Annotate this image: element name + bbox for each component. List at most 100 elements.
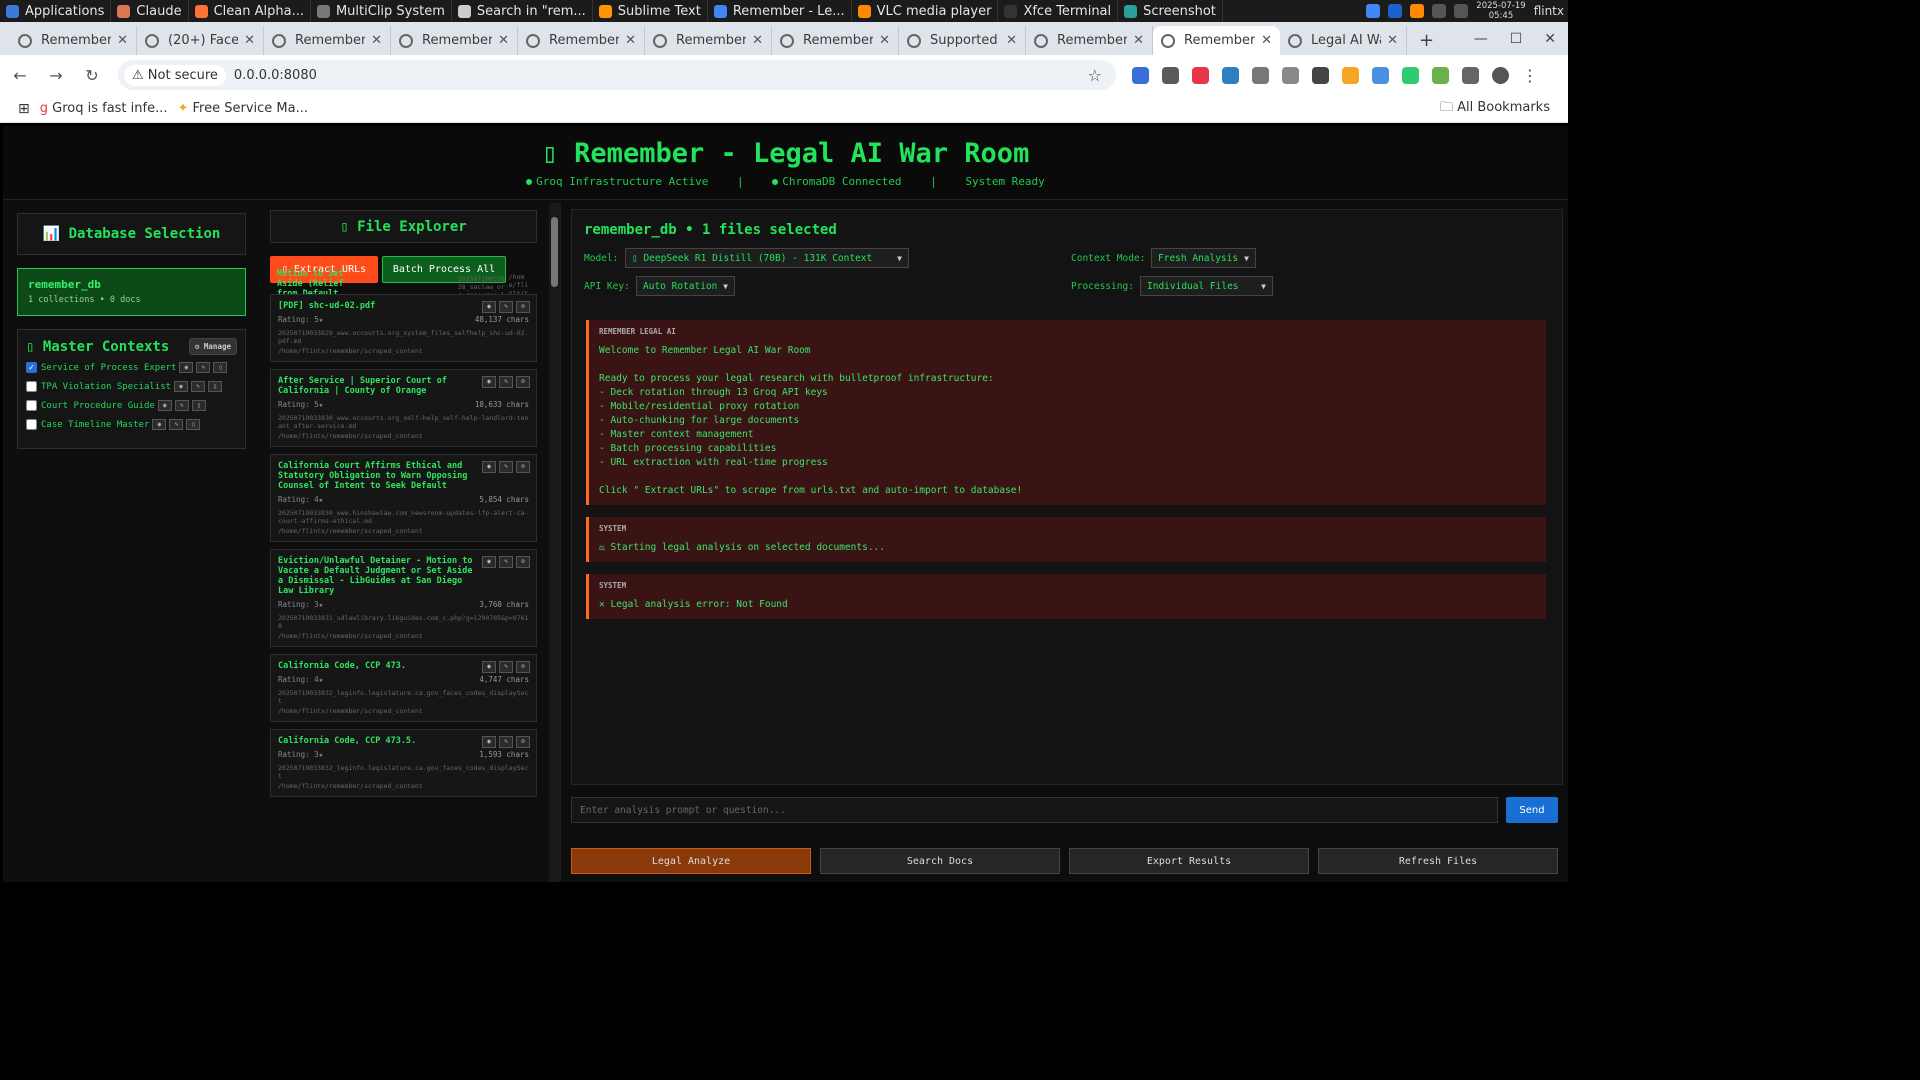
all-bookmarks-button[interactable]: 🗀 All Bookmarks <box>1440 98 1550 120</box>
eye-icon[interactable]: ◉ <box>157 400 172 411</box>
edit-icon[interactable]: ✎ <box>499 301 513 313</box>
forward-icon[interactable]: → <box>46 66 66 85</box>
edit-icon[interactable]: ✎ <box>499 556 513 568</box>
tab-close-icon[interactable]: ✕ <box>1261 33 1272 48</box>
file-card[interactable]: Eviction/Unlawful Detainer - Motion to V… <box>270 549 537 647</box>
tab-close-icon[interactable]: ✕ <box>498 33 509 48</box>
apps-grid-icon[interactable]: ⊞ <box>18 101 30 117</box>
taskbar-app-6[interactable]: Remember - Le... <box>708 0 852 22</box>
view-icon[interactable]: ◉ <box>482 461 496 473</box>
extension-icon[interactable] <box>1192 66 1209 84</box>
browser-tab[interactable]: Remember ✕ <box>264 26 391 55</box>
view-icon[interactable]: ◉ <box>482 661 496 673</box>
delete-icon[interactable]: ⊘ <box>516 461 530 473</box>
address-bar[interactable]: ⚠ Not secure 0.0.0.0:8080 ☆ <box>118 60 1116 90</box>
tab-close-icon[interactable]: ✕ <box>117 33 128 48</box>
browser-tab[interactable]: Remember ✕ <box>1026 26 1153 55</box>
extension-icon[interactable] <box>1162 66 1179 84</box>
hp-icon[interactable] <box>1388 4 1403 18</box>
tab-close-icon[interactable]: ✕ <box>879 33 890 48</box>
tab-close-icon[interactable]: ✕ <box>625 33 636 48</box>
view-icon[interactable]: ◉ <box>482 556 496 568</box>
taskbar-app-2[interactable]: Clean Alpha... <box>189 0 311 22</box>
kebab-menu-icon[interactable]: ⋮ <box>1522 66 1538 85</box>
refresh-files-button[interactable]: Refresh Files <box>1318 848 1558 874</box>
back-icon[interactable]: ← <box>10 66 30 85</box>
username[interactable]: flintx <box>1534 4 1564 18</box>
view-icon[interactable]: ◉ <box>482 736 496 748</box>
browser-tab[interactable]: Supported ✕ <box>899 26 1026 55</box>
extension-icon[interactable] <box>1132 66 1149 84</box>
taskbar-app-7[interactable]: VLC media player <box>852 0 999 22</box>
vlc-tray-icon[interactable] <box>1410 4 1425 18</box>
eye-icon[interactable]: ◉ <box>179 362 194 373</box>
file-card[interactable]: After Service | Superior Court of Califo… <box>270 369 537 447</box>
taskbar-app-0[interactable]: Applications <box>0 0 112 22</box>
delete-icon[interactable]: ⊘ <box>516 301 530 313</box>
edit-icon[interactable]: ✎ <box>499 736 513 748</box>
bookmark-groq[interactable]: g Groq is fast infe... <box>40 101 168 116</box>
extension-icon[interactable] <box>1432 66 1449 84</box>
taskbar-app-9[interactable]: Screenshot <box>1118 0 1223 22</box>
taskbar-app-5[interactable]: Sublime Text <box>593 0 708 22</box>
api-key-select[interactable]: Auto Rotation ▼ <box>636 276 735 296</box>
browser-tab[interactable]: Remember ✕ <box>391 26 518 55</box>
delete-icon[interactable]: ▯ <box>208 381 223 392</box>
tab-close-icon[interactable]: ✕ <box>1133 33 1144 48</box>
scrollbar-thumb[interactable] <box>551 217 558 287</box>
file-card[interactable]: California Court Affirms Ethical and Sta… <box>270 454 537 542</box>
context-label[interactable]: Case Timeline Master <box>41 420 149 430</box>
taskbar-app-4[interactable]: Search in "rem... <box>452 0 593 22</box>
maximize-icon[interactable]: ☐ <box>1510 31 1523 47</box>
chrome-tray-icon[interactable] <box>1366 4 1381 18</box>
edit-icon[interactable]: ✎ <box>174 400 189 411</box>
context-label[interactable]: Court Procedure Guide <box>41 401 155 411</box>
extension-icon[interactable] <box>1342 66 1359 84</box>
legal-analyze-button[interactable]: Legal Analyze <box>571 848 811 874</box>
url-text[interactable]: 0.0.0.0:8080 <box>234 68 317 83</box>
extension-icon[interactable] <box>1372 66 1389 84</box>
avatar[interactable] <box>1492 66 1509 84</box>
tab-close-icon[interactable]: ✕ <box>371 33 382 48</box>
view-icon[interactable]: ◉ <box>482 301 496 313</box>
context-checkbox[interactable] <box>26 381 37 392</box>
extension-icon[interactable] <box>1312 66 1329 84</box>
bookmark-star-icon[interactable]: ☆ <box>1088 66 1110 85</box>
delete-icon[interactable]: ▯ <box>213 362 228 373</box>
prompt-input[interactable]: Enter analysis prompt or question... <box>571 797 1498 823</box>
browser-tab[interactable]: Remember ✕ <box>518 26 645 55</box>
edit-icon[interactable]: ✎ <box>499 461 513 473</box>
browser-tab[interactable]: Remember ✕ <box>645 26 772 55</box>
file-card[interactable]: [PDF] shc-ud-02.pdf Rating: 5★ 48,137 char… <box>270 294 537 362</box>
edit-icon[interactable]: ✎ <box>169 419 184 430</box>
context-checkbox[interactable]: ✓ <box>26 362 37 373</box>
context-label[interactable]: TPA Violation Specialist <box>41 382 171 392</box>
edit-icon[interactable]: ✎ <box>196 362 211 373</box>
reload-icon[interactable]: ↻ <box>82 66 102 85</box>
tab-close-icon[interactable]: ✕ <box>752 33 763 48</box>
extension-icon[interactable] <box>1282 66 1299 84</box>
edit-icon[interactable]: ✎ <box>499 376 513 388</box>
search-docs-button[interactable]: Search Docs <box>820 848 1060 874</box>
eye-icon[interactable]: ◉ <box>174 381 189 392</box>
browser-tab[interactable]: Remember ✕ <box>1153 26 1280 55</box>
delete-icon[interactable]: ⊘ <box>516 661 530 673</box>
browser-tab[interactable]: Legal AI Wa ✕ <box>1280 26 1407 55</box>
browser-tab[interactable]: (20+) Faceb ✕ <box>137 26 264 55</box>
clock[interactable]: 2025-07-19 05:45 <box>1476 1 1525 21</box>
delete-icon[interactable]: ⊘ <box>516 376 530 388</box>
minimize-icon[interactable]: — <box>1474 31 1488 47</box>
context-mode-select[interactable]: Fresh Analysis ▼ <box>1151 248 1256 268</box>
edit-icon[interactable]: ✎ <box>191 381 206 392</box>
view-icon[interactable]: ◉ <box>482 376 496 388</box>
context-label[interactable]: Service of Process Expert <box>41 363 176 373</box>
database-card[interactable]: remember_db 1 collections • 0 docs <box>17 268 246 316</box>
model-select[interactable]: ▯ DeepSeek R1 Distill (70B) - 131K Conte… <box>625 248 909 268</box>
tab-close-icon[interactable]: ✕ <box>1387 33 1398 48</box>
new-tab-button[interactable]: + <box>1419 30 1434 51</box>
delete-icon[interactable]: ⊘ <box>516 736 530 748</box>
taskbar-app-3[interactable]: MultiClip System <box>311 0 452 22</box>
taskbar-app-8[interactable]: Xfce Terminal <box>998 0 1119 22</box>
tab-close-icon[interactable]: ✕ <box>1006 33 1017 48</box>
context-checkbox[interactable] <box>26 419 37 430</box>
